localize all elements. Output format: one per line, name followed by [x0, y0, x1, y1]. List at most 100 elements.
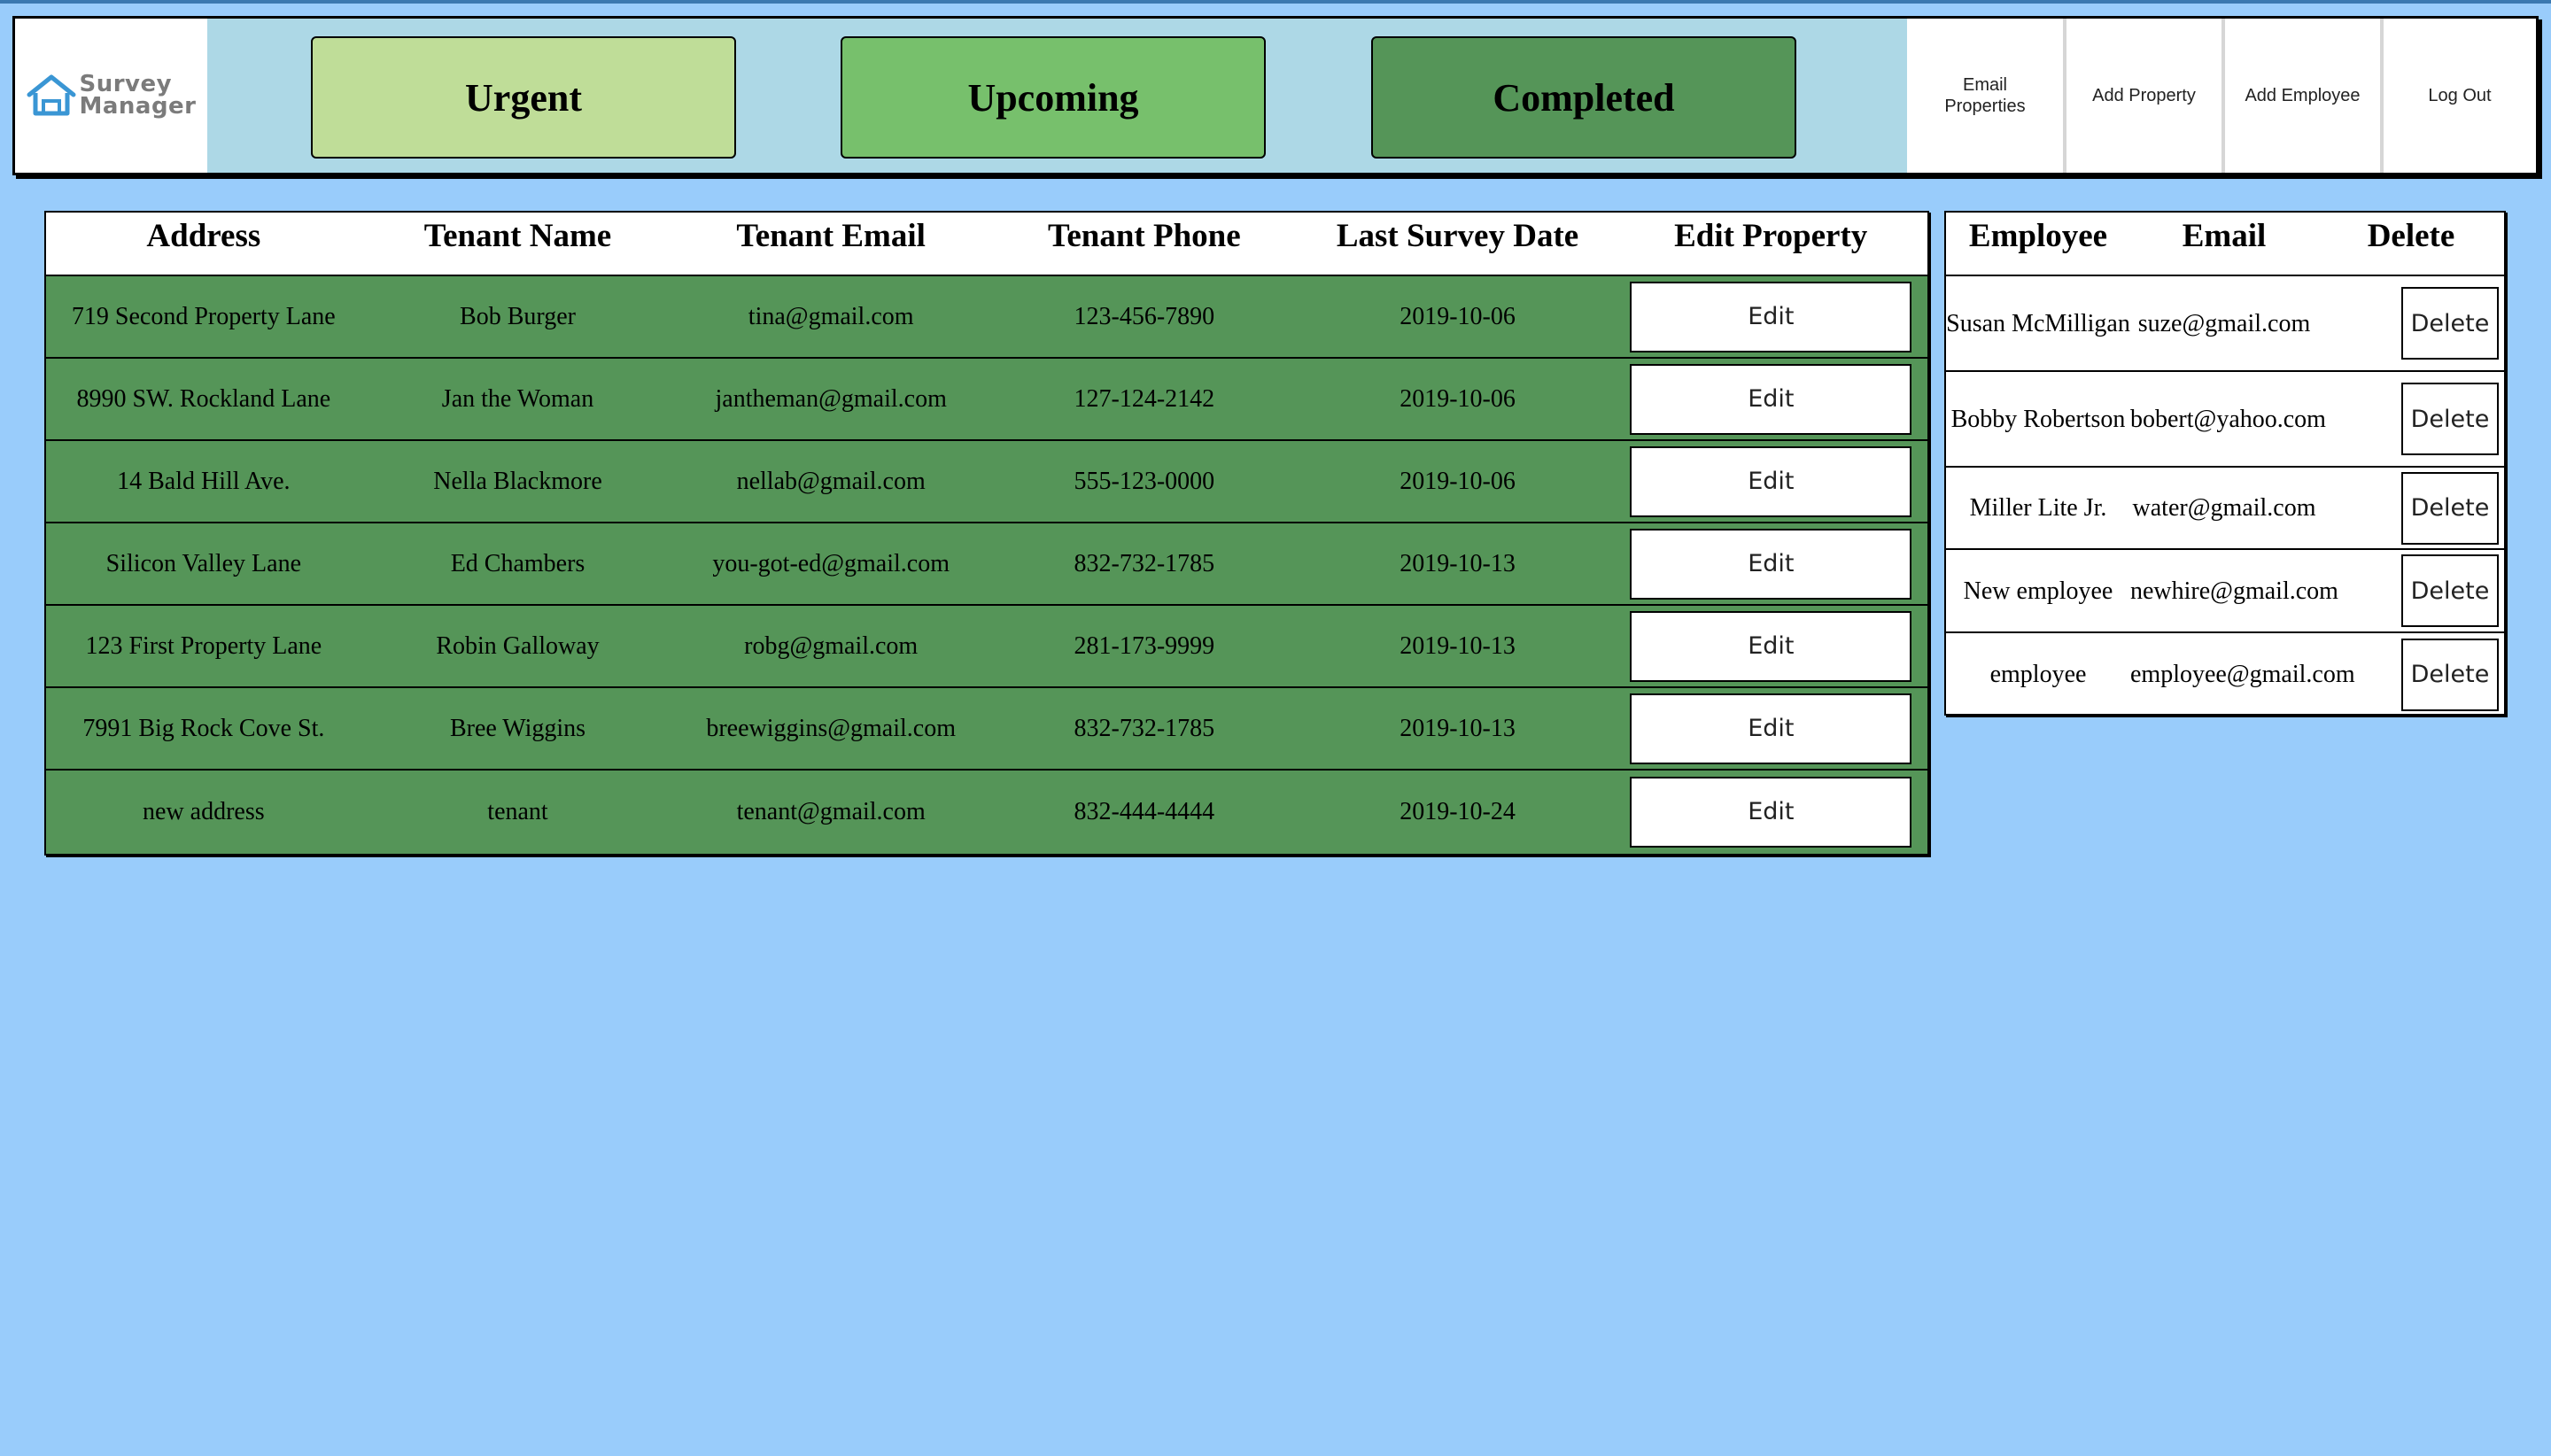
edit-cell: Edit: [1614, 610, 1927, 682]
tenant-email-cell: nellab@gmail.com: [736, 467, 926, 495]
table-row: Bobby Robertson bobert@yahoo.com Delete: [1946, 372, 2504, 468]
table-row: 8990 SW. Rockland Lane Jan the Woman janth…: [46, 359, 1927, 441]
column-header-tenant-email: Tenant Email: [736, 218, 926, 254]
properties-table-body: 719 Second Property Lane Bob Burger tina@g…: [46, 276, 1927, 853]
edit-property-button[interactable]: Edit: [1630, 610, 1912, 682]
column-header-delete: Delete: [2367, 218, 2455, 254]
table-row: new address tenant tenant@gmail.com 832-444…: [46, 771, 1927, 853]
employee-email-cell: employee@gmail.com: [2130, 661, 2355, 688]
tenant-phone-cell: 832-444-4444: [1074, 797, 1215, 825]
column-header-tenant-phone: Tenant Phone: [1048, 218, 1241, 254]
employee-name-cell: Bobby Robertson: [1950, 405, 2126, 433]
top-border: [0, 0, 2551, 4]
table-row: employee employee@gmail.com Delete: [1946, 633, 2504, 716]
address-cell: 14 Bald Hill Ave.: [117, 467, 291, 495]
app-logo[interactable]: Survey Manager: [15, 19, 207, 173]
address-cell: 7991 Big Rock Cove St.: [82, 714, 325, 742]
edit-cell: Edit: [1614, 693, 1927, 764]
employee-email-cell: suze@gmail.com: [2137, 309, 2311, 337]
delete-employee-button[interactable]: Delete: [2401, 554, 2499, 627]
delete-employee-button[interactable]: Delete: [2401, 287, 2499, 360]
column-header-tenant-name: Tenant Name: [423, 218, 612, 254]
tenant-email-cell: breewiggins@gmail.com: [706, 714, 956, 742]
delete-employee-button[interactable]: Delete: [2401, 383, 2499, 455]
completed-filter-button[interactable]: Completed: [1371, 36, 1796, 159]
app-header: Survey Manager Urgent Upcoming Completed…: [12, 16, 2539, 175]
address-cell: Silicon Valley Lane: [105, 549, 301, 577]
employees-table-header: Employee Email Delete: [1946, 213, 2504, 276]
employee-name-cell: Susan McMilligan: [1946, 309, 2130, 337]
table-row: 7991 Big Rock Cove St. Bree Wiggins breewi…: [46, 688, 1927, 771]
tenant-phone-cell: 127-124-2142: [1074, 384, 1215, 413]
tenant-name-cell: Jan the Woman: [441, 384, 594, 413]
edit-property-button[interactable]: Edit: [1630, 363, 1912, 435]
edit-property-button[interactable]: Edit: [1630, 776, 1912, 848]
table-row: 719 Second Property Lane Bob Burger tina@g…: [46, 276, 1927, 359]
add-property-link[interactable]: Add Property: [2063, 19, 2221, 173]
properties-table: Address Tenant Name Tenant Email Tenant …: [44, 211, 1929, 856]
table-row: Miller Lite Jr. water@gmail.com Delete: [1946, 468, 2504, 550]
tenant-phone-cell: 123-456-7890: [1074, 302, 1215, 330]
urgent-filter-button[interactable]: Urgent: [311, 36, 736, 159]
logo-text: Survey Manager: [79, 73, 197, 120]
tenant-email-cell: tenant@gmail.com: [736, 797, 926, 825]
column-header-email: Email: [2182, 218, 2267, 254]
tenant-email-cell: you-got-ed@gmail.com: [712, 549, 950, 577]
table-row: Silicon Valley Lane Ed Chambers you-got-ed…: [46, 523, 1927, 606]
add-employee-link[interactable]: Add Employee: [2221, 19, 2380, 173]
edit-cell: Edit: [1614, 445, 1927, 517]
table-row: New employee newhire@gmail.com Delete: [1946, 550, 2504, 633]
tenant-phone-cell: 832-732-1785: [1074, 714, 1215, 742]
tenant-phone-cell: 555-123-0000: [1074, 467, 1215, 495]
edit-property-button[interactable]: Edit: [1630, 445, 1912, 517]
tenant-name-cell: Robin Galloway: [436, 631, 600, 660]
address-cell: 8990 SW. Rockland Lane: [76, 384, 331, 413]
employees-table: Employee Email Delete Susan McMilligan su…: [1944, 211, 2506, 716]
edit-property-button[interactable]: Edit: [1630, 528, 1912, 600]
last-survey-date-cell: 2019-10-13: [1400, 631, 1516, 660]
last-survey-date-cell: 2019-10-06: [1400, 302, 1516, 330]
email-properties-link[interactable]: Email Properties: [1907, 19, 2063, 173]
house-icon: [27, 74, 76, 116]
table-row: 14 Bald Hill Ave. Nella Blackmore nellab@g…: [46, 441, 1927, 523]
employee-name-cell: employee: [1989, 661, 2087, 688]
column-header-employee: Employee: [1968, 218, 2108, 254]
delete-employee-button[interactable]: Delete: [2401, 638, 2499, 711]
last-survey-date-cell: 2019-10-24: [1400, 797, 1516, 825]
tenant-name-cell: tenant: [487, 797, 548, 825]
edit-cell: Edit: [1614, 363, 1927, 435]
tenant-phone-cell: 281-173-9999: [1074, 631, 1215, 660]
tenant-phone-cell: 832-732-1785: [1074, 549, 1215, 577]
employees-table-body: Susan McMilligan suze@gmail.com Delete Bobb…: [1946, 276, 2504, 716]
edit-cell: Edit: [1614, 528, 1927, 600]
employee-email-cell: bobert@yahoo.com: [2130, 405, 2326, 433]
tenant-name-cell: Bree Wiggins: [449, 714, 586, 742]
properties-table-header: Address Tenant Name Tenant Email Tenant …: [46, 213, 1927, 276]
column-header-address: Address: [146, 218, 261, 254]
column-header-edit-property: Edit Property: [1674, 218, 1868, 254]
edit-property-button[interactable]: Edit: [1630, 281, 1912, 352]
address-cell: 123 First Property Lane: [85, 631, 322, 660]
header-nav: Email Properties Add Property Add Employ…: [1907, 19, 2536, 173]
edit-cell: Edit: [1614, 281, 1927, 352]
address-cell: 719 Second Property Lane: [71, 302, 336, 330]
last-survey-date-cell: 2019-10-06: [1400, 384, 1516, 413]
employee-email-cell: newhire@gmail.com: [2130, 577, 2338, 605]
tenant-email-cell: tina@gmail.com: [748, 302, 914, 330]
tenant-email-cell: jantheman@gmail.com: [715, 384, 947, 413]
table-row: Susan McMilligan suze@gmail.com Delete: [1946, 276, 2504, 372]
table-row: 123 First Property Lane Robin Galloway rob…: [46, 606, 1927, 688]
address-cell: new address: [143, 797, 265, 825]
last-survey-date-cell: 2019-10-06: [1400, 467, 1516, 495]
last-survey-date-cell: 2019-10-13: [1400, 549, 1516, 577]
edit-property-button[interactable]: Edit: [1630, 693, 1912, 764]
delete-employee-button[interactable]: Delete: [2401, 471, 2499, 545]
employee-email-cell: water@gmail.com: [2132, 494, 2316, 522]
tenant-email-cell: robg@gmail.com: [744, 631, 919, 660]
log-out-link[interactable]: Log Out: [2380, 19, 2536, 173]
tenant-name-cell: Bob Burger: [460, 302, 576, 330]
logo-line2: Manager: [79, 93, 197, 120]
last-survey-date-cell: 2019-10-13: [1400, 714, 1516, 742]
upcoming-filter-button[interactable]: Upcoming: [841, 36, 1266, 159]
edit-cell: Edit: [1614, 776, 1927, 848]
